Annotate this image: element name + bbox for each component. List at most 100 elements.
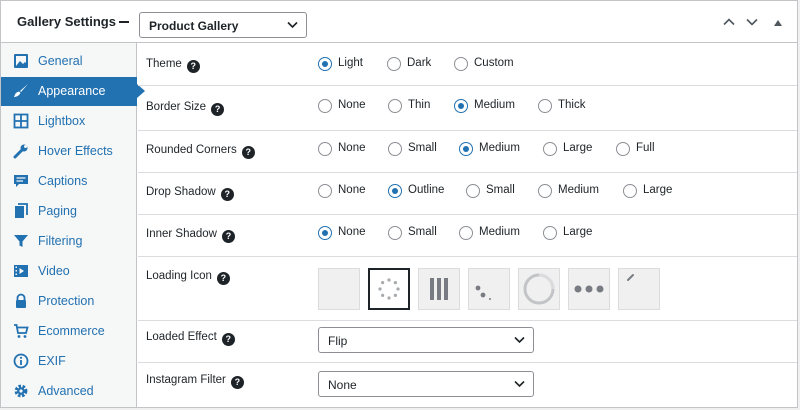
sidebar-item-appearance[interactable]: Appearance (1, 77, 145, 106)
sidebar-item-label: General (38, 54, 83, 68)
radio[interactable] (388, 226, 402, 240)
sidebar-item-paging[interactable]: Paging (1, 197, 137, 226)
radio-selected[interactable] (454, 99, 468, 113)
sidebar-item-label: Paging (38, 204, 77, 218)
radio[interactable] (387, 57, 401, 71)
sidebar-item-label: Filtering (38, 234, 83, 248)
brush-icon (14, 84, 28, 97)
loading-icon-option-ring[interactable] (518, 268, 560, 310)
lock-icon (16, 293, 26, 308)
gear-icon (14, 384, 28, 398)
spinner-bars-icon (430, 278, 448, 300)
panel-header: Gallery Settings Product Gallery (1, 1, 797, 43)
move-down-button[interactable] (746, 18, 758, 26)
info-icon (13, 353, 29, 369)
radio[interactable] (466, 184, 480, 198)
radio[interactable] (318, 99, 332, 113)
help-icon[interactable]: ? (221, 333, 235, 346)
radio[interactable] (538, 184, 552, 198)
loading-icon-option-dash[interactable] (618, 268, 660, 310)
cart-icon (14, 324, 29, 338)
loading-icon-option-dots-circle[interactable] (368, 268, 410, 310)
radio-selected[interactable] (318, 226, 332, 240)
help-icon[interactable]: ? (216, 272, 230, 285)
sidebar-item-lightbox[interactable]: Lightbox (1, 107, 137, 136)
loading-icon-label: Loading Icon (146, 270, 212, 282)
rounded-corners-label: Rounded Corners (146, 144, 237, 156)
radio[interactable] (543, 226, 557, 240)
image-icon (14, 54, 28, 68)
move-up-button[interactable] (723, 18, 735, 26)
filter-icon (14, 235, 28, 247)
sidebar-item-label: Advanced (38, 384, 94, 398)
gallery-select-value: Product Gallery (149, 19, 239, 33)
inner-shadow-label: Inner Shadow (146, 228, 217, 240)
sidebar-item-label: EXIF (38, 354, 66, 368)
help-icon[interactable]: ? (211, 103, 225, 116)
sidebar-item-label: Lightbox (38, 114, 86, 128)
gallery-settings-panel: Gallery Settings Product Gallery General… (0, 0, 798, 408)
loading-icon-option-three-dots[interactable] (568, 268, 610, 310)
settings-sidebar: General Appearance Lightbox Hover Effect… (1, 43, 145, 407)
radio-selected[interactable] (388, 184, 402, 198)
sidebar-item-advanced[interactable]: Advanced (1, 377, 137, 406)
pages-icon (15, 203, 28, 218)
wrench-icon (13, 144, 28, 159)
sidebar-item-label: Hover Effects (38, 144, 113, 158)
radio-selected[interactable] (459, 142, 473, 156)
radio[interactable] (454, 57, 468, 71)
radio[interactable] (623, 184, 637, 198)
help-icon[interactable]: ? (221, 230, 235, 243)
loading-icon-option-dots-pair[interactable] (468, 268, 510, 310)
instagram-filter-value: None (328, 378, 357, 392)
sidebar-item-video[interactable]: Video (1, 257, 137, 286)
radio[interactable] (543, 142, 557, 156)
help-icon[interactable]: ? (230, 376, 244, 389)
loaded-effect-value: Flip (328, 334, 348, 348)
sidebar-item-label: Ecommerce (38, 324, 105, 338)
border-size-label: Border Size (146, 101, 207, 113)
spinner-dash-icon (627, 274, 634, 281)
loaded-effect-label: Loaded Effect (146, 331, 217, 343)
loaded-effect-select[interactable]: Flip (318, 327, 534, 353)
spinner-pulse-icon (475, 285, 491, 300)
sidebar-item-hover-effects[interactable]: Hover Effects (1, 137, 137, 166)
radio[interactable] (616, 142, 630, 156)
drop-shadow-label: Drop Shadow (146, 186, 216, 198)
instagram-filter-select[interactable]: None (318, 371, 534, 397)
dash-separator (119, 21, 129, 23)
chevron-down-icon (514, 380, 525, 388)
spinner-three-dots-icon (574, 285, 604, 293)
grid-icon (13, 113, 29, 129)
sidebar-item-exif[interactable]: EXIF (1, 347, 137, 376)
spinner-ring-icon (523, 273, 555, 305)
radio[interactable] (459, 226, 473, 240)
sidebar-item-ecommerce[interactable]: Ecommerce (1, 317, 137, 346)
radio[interactable] (388, 142, 402, 156)
sidebar-item-label: Protection (38, 294, 95, 308)
help-icon[interactable]: ? (220, 188, 234, 201)
help-icon[interactable]: ? (186, 60, 200, 73)
loading-icon-option-bars[interactable] (418, 268, 460, 310)
video-icon (14, 265, 28, 277)
sidebar-item-protection[interactable]: Protection (1, 287, 137, 316)
radio[interactable] (318, 142, 332, 156)
loading-icon-option-none[interactable] (318, 268, 360, 310)
caption-icon (14, 175, 28, 187)
radio-selected[interactable] (318, 57, 332, 71)
chevron-down-icon (287, 21, 298, 29)
radio[interactable] (318, 184, 332, 198)
toggle-panel-button[interactable] (774, 20, 782, 26)
sidebar-item-label: Captions (38, 174, 88, 188)
spinner-dots-icon (378, 278, 400, 300)
sidebar-item-filtering[interactable]: Filtering (1, 227, 137, 256)
sidebar-item-label: Appearance (38, 84, 106, 98)
gallery-select[interactable]: Product Gallery (139, 12, 307, 38)
sidebar-item-captions[interactable]: Captions (1, 167, 137, 196)
help-icon[interactable]: ? (241, 146, 255, 159)
sidebar-item-label: Video (38, 264, 70, 278)
radio[interactable] (538, 99, 552, 113)
radio[interactable] (388, 99, 402, 113)
panel-title: Gallery Settings (17, 14, 116, 29)
sidebar-item-general[interactable]: General (1, 47, 137, 76)
